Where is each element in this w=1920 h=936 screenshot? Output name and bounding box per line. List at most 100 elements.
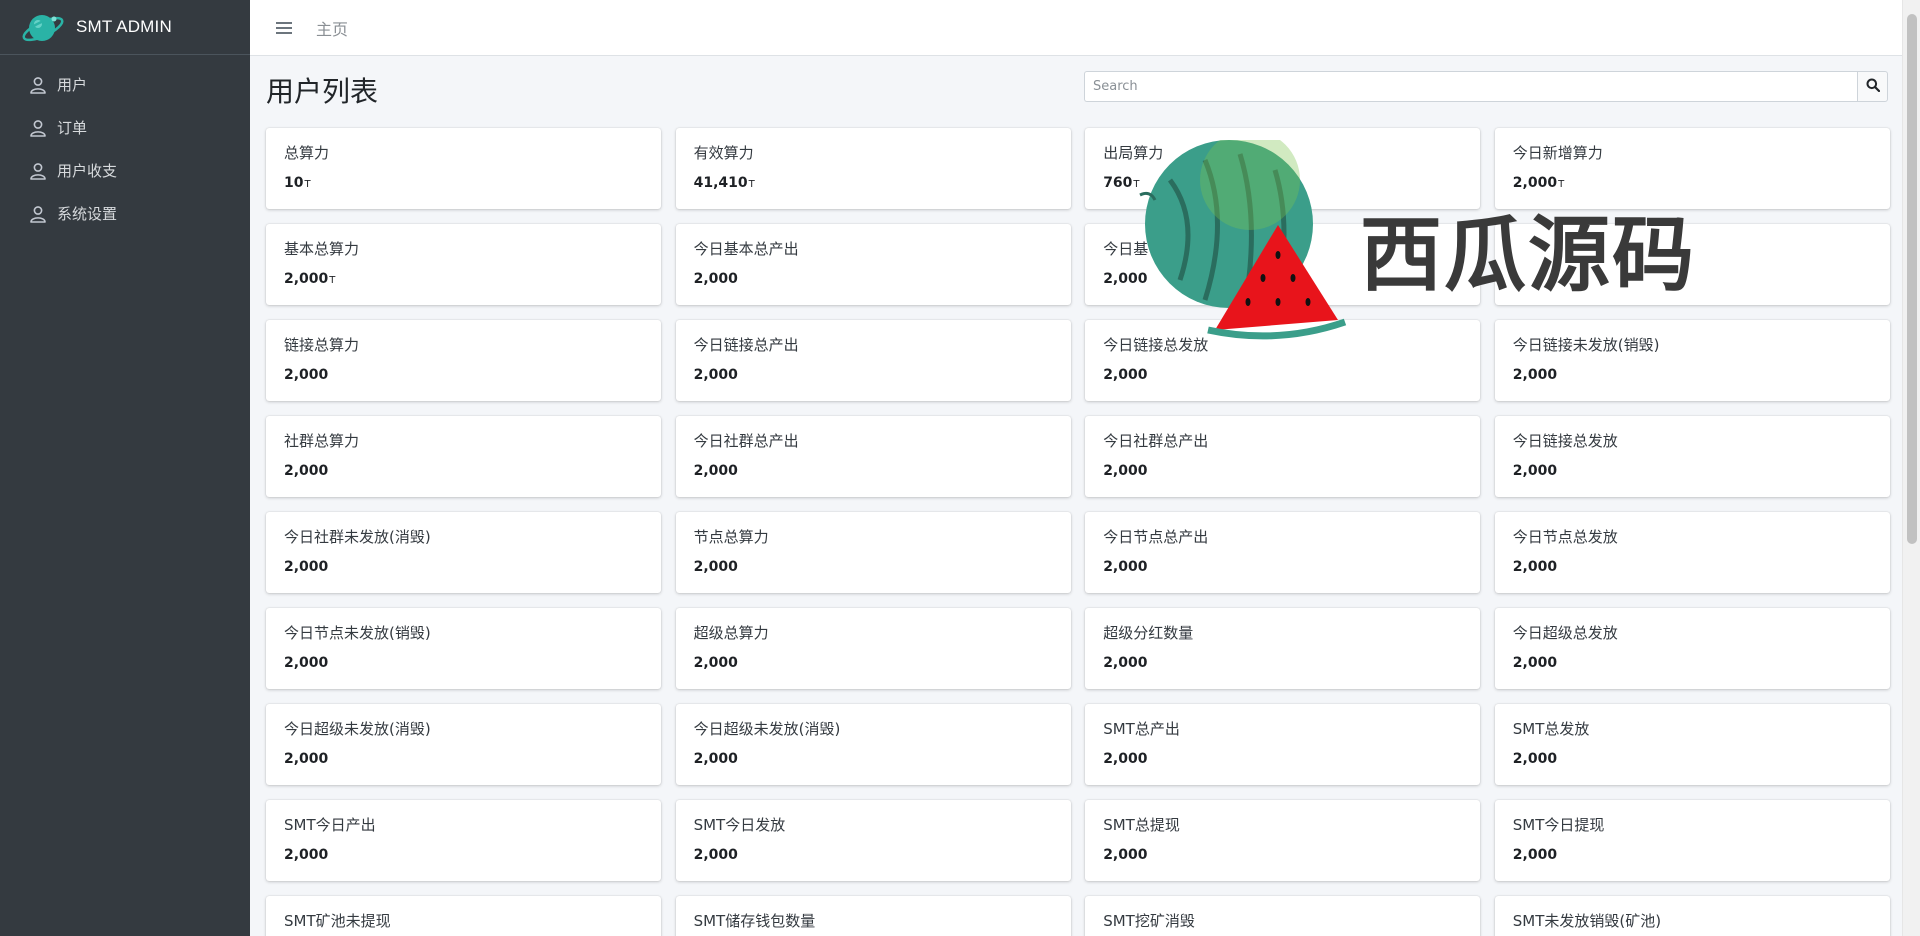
stat-card-label: SMT今日提现 [1512,816,1605,834]
stat-card-label: 总算力 [284,144,330,162]
stat-card-value: 2,000 [694,271,1053,287]
stat-card-number: 2,000 [284,367,329,383]
stat-card-label: SMT总发放 [1512,720,1590,738]
stat-card-value: 2,000 [694,847,1053,863]
stat-card-number: 2,000 [1103,271,1148,287]
stat-card: 今日链接总产出 2,000 [675,320,1071,401]
stat-card-label: 今日超级未发放(消毁) [693,720,841,738]
stat-card-label: 今日链接总发放 [1103,336,1209,354]
stat-card-value: 2,000 [1103,655,1462,671]
stat-card-label: 有效算力 [693,144,754,162]
stat-card: SMT今日产出 2,000 [266,800,661,881]
stat-card-label: 基本总算力 [284,240,360,258]
planet-logo-icon [20,7,66,47]
stat-card-number: 2,000 [693,655,738,671]
stat-card-value: 2,000 [694,655,1053,671]
stat-card-number: 2,000 [1512,655,1558,671]
page-scrollbar[interactable] [1902,0,1920,936]
stat-card: SMT储存钱包数量 [675,896,1071,936]
stat-card-label: 社群总算力 [284,432,360,450]
stat-card-number: 2,000 [284,847,329,863]
stat-card-label: SMT挖矿消毁 [1103,912,1195,930]
stat-card: SMT总产出 2,000 [1085,704,1481,785]
stat-card-value: 2,000 [1103,847,1462,863]
stat-card-unit: T [304,179,311,190]
stat-card-value: 10T [284,175,643,191]
stat-card: 总算力 10T [266,128,661,209]
stat-card-label [1513,238,1872,258]
stat-card-number: 2,000 [1512,559,1558,575]
stat-card-number: 2,000 [284,559,329,575]
stat-card-value: 2,000 [284,463,643,479]
sidebar-item-orders[interactable]: 订单 [0,106,250,149]
stat-card-number: 2,000 [1103,367,1148,383]
stat-card-value: 2,000 [1513,463,1872,479]
search-icon [1866,77,1880,96]
stat-card-label: 超级分红数量 [1103,624,1194,642]
stat-card: 今日超级未发放(消毁) 2,000 [675,704,1071,785]
stat-card-label: 今日节点未发放(销毁) [284,624,431,642]
user-icon [28,75,48,95]
stat-card-unit: T [748,179,755,190]
stat-card-unit: T [1558,179,1565,190]
stat-card-label: SMT矿池未提现 [284,912,391,930]
stat-card: SMT矿池未提现 [266,896,661,936]
stat-card: 今日节点总产出 2,000 [1085,512,1481,593]
stat-card-number: 760 [1103,175,1133,191]
scrollbar-thumb[interactable] [1907,14,1917,544]
sidebar-nav: 用户 订单 用户收支 系统设置 [0,55,250,235]
stat-card-value: 2,000 [284,847,643,863]
search-button[interactable] [1857,71,1888,102]
stat-card-value: 2,000 [694,367,1053,383]
home-link[interactable]: 主页 [316,16,348,40]
stat-card: 出局算力 760T [1085,128,1481,209]
stat-card-label: SMT总提现 [1103,816,1180,834]
stat-card: 今日社群总产出 2,000 [1085,416,1481,497]
stat-card-number: 2,000 [1512,175,1558,191]
stat-card: 今日链接总发放 2,000 [1085,320,1481,401]
stat-card-value: 2,000 [1103,271,1462,287]
stat-card-number: 2,000 [693,463,738,479]
stat-card-value: 2,000 [694,751,1053,767]
stat-card-value: 2,000 [694,463,1053,479]
stat-card-number: 2,000 [284,751,329,767]
search-input[interactable] [1084,71,1857,102]
brand-link[interactable]: SMT ADMIN [0,0,250,55]
stat-card-label: 今日社群总产出 [1103,432,1209,450]
stat-card: 今日基 2,000 [1085,224,1481,305]
sidebar-item-user-finance[interactable]: 用户收支 [0,149,250,192]
stat-card-number: 2,000 [1512,751,1558,767]
stat-card-number: 2,000 [1103,847,1148,863]
sidebar-item-settings[interactable]: 系统设置 [0,192,250,235]
user-icon [28,161,48,181]
stat-card-label: SMT总产出 [1103,720,1180,738]
brand-name: SMT ADMIN [76,17,172,36]
stat-card-number: 2,000 [693,271,738,287]
stat-card-value: 2,000 [284,367,643,383]
stat-card-number: 2,000 [1512,463,1558,479]
stat-card: 节点总算力 2,000 [675,512,1071,593]
stat-card-label: 今日链接未发放(销毁) [1512,336,1660,354]
stat-card: 超级分红数量 2,000 [1085,608,1481,689]
stat-card: 今日超级未发放(消毁) 2,000 [266,704,661,785]
stat-card-value: 2,000 [1103,751,1462,767]
stat-card-label: 今日社群总产出 [693,432,799,450]
stat-card-label: 超级总算力 [693,624,769,642]
stat-card-label: 今日基本总产出 [693,240,799,258]
main-content: 用户列表 总算力10T有效算力41,410T出局算力760T今日新增算力2,00… [250,56,1902,936]
stat-card: 今日社群总产出 2,000 [675,416,1071,497]
stat-card: SMT总提现 2,000 [1085,800,1481,881]
stat-card: 今日超级总发放 2,000 [1494,608,1890,689]
sidebar-item-users[interactable]: 用户 [0,63,250,106]
stat-card-unit: T [329,275,336,286]
stat-card: SMT挖矿消毁 [1085,896,1481,936]
stats-card-grid: 总算力 10T 有效算力 41,410T 出局算力 760T 今日新增算力 2,000T 基本总… [266,128,1890,936]
stat-card-value: 760T [1103,175,1462,191]
hamburger-menu-icon[interactable] [274,18,294,38]
stat-card-number: 2,000 [284,271,329,287]
stat-card-label: 链接总算力 [284,336,360,354]
stat-card: 今日节点未发放(销毁) 2,000 [266,608,661,689]
stat-card-number: 2,000 [284,463,329,479]
sidebar: SMT ADMIN 用户 订单 用户收支 系统设置 [0,0,250,936]
stat-card-value: 2,000 [284,751,643,767]
